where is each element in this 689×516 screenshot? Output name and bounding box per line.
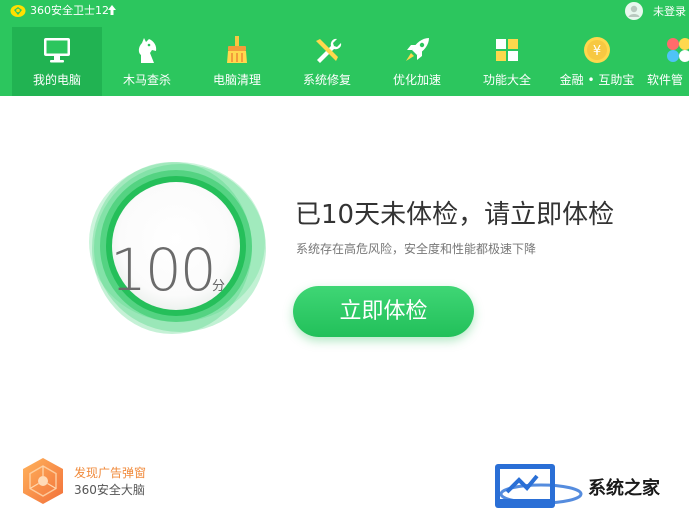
- nav-item-software[interactable]: 软件管: [642, 27, 689, 96]
- svg-text:¥: ¥: [593, 44, 601, 59]
- nav-label: 系统修复: [302, 73, 351, 87]
- software-icon: [667, 38, 689, 62]
- nav-label: 我的电脑: [32, 73, 81, 87]
- nav-label: 电脑清理: [212, 73, 261, 87]
- check-status-subline: 系统存在高危风险，安全度和性能都极速下降: [296, 242, 537, 256]
- nav-item-system-repair[interactable]: 系统修复: [282, 27, 372, 96]
- watermark-logo-icon: [495, 464, 583, 508]
- rocket-icon: [406, 38, 429, 61]
- nav-label: 木马查杀: [122, 73, 171, 87]
- check-now-label: 立即体检: [339, 299, 428, 324]
- monitor-icon: [44, 38, 70, 63]
- nav-label: 优化加速: [392, 73, 441, 87]
- arrow-up-icon[interactable]: [107, 4, 117, 16]
- top-header: 360安全卫士12 未登录 我的电脑 木马查杀 电脑清理 系统修复 优化加速 功…: [0, 0, 689, 96]
- nav-label: 软件管: [646, 73, 683, 87]
- app-title: 360安全卫士12: [30, 4, 109, 17]
- yen-coin-icon: ¥: [584, 37, 610, 63]
- nav-item-cleanup[interactable]: 电脑清理: [192, 27, 282, 96]
- check-now-button[interactable]: 立即体检: [293, 286, 474, 337]
- brain-hexagon-icon[interactable]: [21, 457, 65, 505]
- wrench-icon: [316, 38, 342, 63]
- grid-icon: [496, 39, 518, 61]
- nav-item-trojan-scan[interactable]: 木马查杀: [102, 27, 192, 96]
- app-logo-icon: [10, 5, 26, 17]
- nav-item-speedup[interactable]: 优化加速: [372, 27, 462, 96]
- horse-icon: [138, 38, 157, 63]
- broom-icon: [227, 36, 247, 63]
- score-value: 100: [110, 236, 217, 304]
- title-bar: 360安全卫士12 未登录: [0, 0, 689, 22]
- nav-item-features[interactable]: 功能大全: [462, 27, 552, 96]
- security-brain-label: 360安全大脑: [74, 483, 145, 497]
- nav-item-my-computer[interactable]: 我的电脑: [12, 27, 102, 96]
- login-link[interactable]: 未登录: [653, 5, 686, 19]
- user-avatar-icon[interactable]: [625, 2, 643, 20]
- check-status-headline: 已10天未体检，请立即体检: [295, 200, 615, 230]
- nav-item-finance[interactable]: ¥ 金融 • 互助宝: [552, 27, 642, 96]
- main-nav: 我的电脑 木马查杀 电脑清理 系统修复 优化加速 功能大全 ¥ 金融 • 互助宝…: [12, 27, 689, 96]
- ad-popup-notice[interactable]: 发现广告弹窗: [74, 466, 146, 481]
- nav-label: 功能大全: [482, 73, 531, 87]
- nav-label: 金融 • 互助宝: [559, 73, 635, 87]
- score-unit: 分: [212, 279, 226, 294]
- watermark-text: 系统之家: [588, 478, 660, 499]
